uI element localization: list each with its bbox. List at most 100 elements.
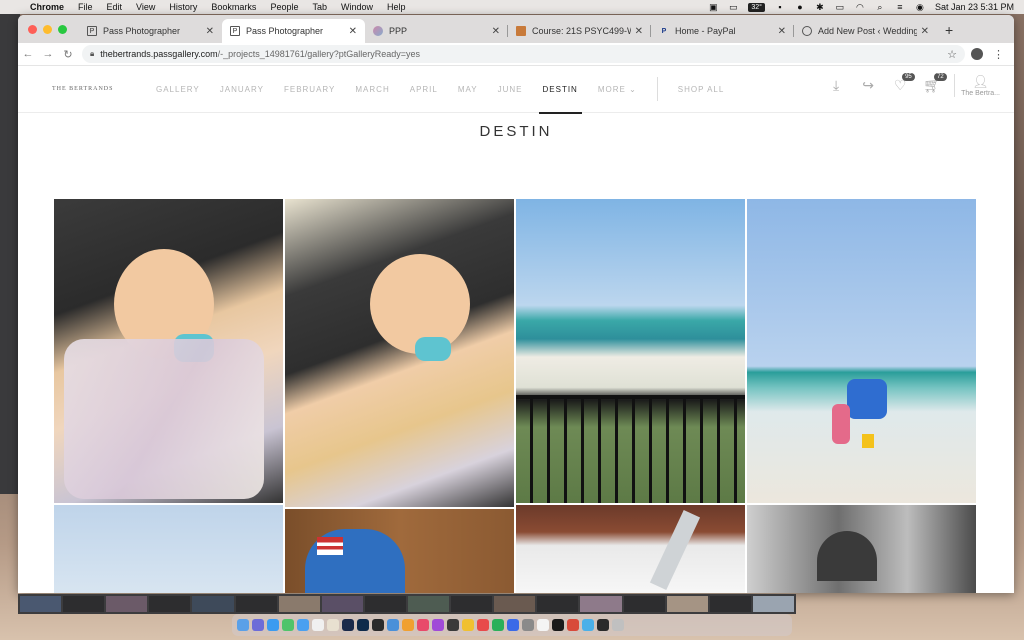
gallery-photo[interactable] [54, 199, 283, 503]
mail-icon[interactable] [297, 619, 309, 631]
search-icon[interactable]: ⌕ [875, 2, 885, 12]
forward-icon[interactable]: → [38, 48, 58, 60]
thumbnail[interactable] [451, 596, 493, 612]
launchpad-icon[interactable] [252, 619, 264, 631]
menu-help[interactable]: Help [387, 2, 406, 12]
app-icon[interactable] [477, 619, 489, 631]
settings-icon[interactable] [522, 619, 534, 631]
tab-course[interactable]: Course: 21S PSYC499-W 2731 ✕ [508, 19, 651, 43]
thumbnail[interactable] [321, 596, 363, 612]
nav-more[interactable]: MORE ⌄ [598, 85, 637, 94]
messages-icon[interactable] [282, 619, 294, 631]
finder-icon[interactable] [237, 619, 249, 631]
tv-icon[interactable] [447, 619, 459, 631]
gallery-photo[interactable] [54, 505, 283, 593]
app-store-icon[interactable] [507, 619, 519, 631]
lock-icon[interactable]: 🔒︎ [90, 49, 94, 59]
thumbnail[interactable] [106, 596, 148, 612]
nav-january[interactable]: JANUARY [220, 85, 264, 94]
hd-icon[interactable]: ▭ [728, 2, 738, 12]
close-tab-icon[interactable]: ✕ [635, 26, 643, 37]
wifi-icon[interactable]: ◠ [855, 2, 865, 12]
thumbnail[interactable] [666, 596, 708, 612]
calendar-icon[interactable] [312, 619, 324, 631]
gallery-photo[interactable] [516, 505, 745, 593]
siri-icon[interactable]: ◉ [915, 2, 925, 12]
profile-icon[interactable] [971, 48, 983, 60]
tab-ppp[interactable]: PPP ✕ [365, 19, 508, 43]
close-tab-icon[interactable]: ✕ [349, 26, 357, 37]
nav-gallery[interactable]: GALLERY [156, 85, 200, 94]
bluetooth-icon[interactable]: ✱ [815, 2, 825, 12]
bookmark-star-icon[interactable]: ☆ [947, 48, 957, 61]
thumbnail[interactable] [623, 596, 665, 612]
app-icon[interactable] [597, 619, 609, 631]
chrome-icon[interactable] [387, 619, 399, 631]
tab-pass-photographer-1[interactable]: P Pass Photographer ✕ [79, 19, 222, 43]
nav-may[interactable]: MAY [458, 85, 478, 94]
tab-add-new-post[interactable]: Add New Post ‹ Wedding Photo ✕ [794, 19, 937, 43]
close-tab-icon[interactable]: ✕ [921, 26, 929, 37]
thumbnail[interactable] [580, 596, 622, 612]
app-icon[interactable]: ▪ [775, 2, 785, 12]
nav-february[interactable]: FEBRUARY [284, 85, 335, 94]
safari-icon[interactable] [267, 619, 279, 631]
gallery-photo[interactable] [285, 509, 514, 593]
app-icon[interactable] [402, 619, 414, 631]
photos-icon[interactable] [327, 619, 339, 631]
cart-button[interactable]: 🛒︎ 72 [922, 73, 947, 94]
address-bar[interactable]: 🔒︎ thebertrands.passgallery.com/-_projec… [82, 45, 965, 63]
close-window-button[interactable] [28, 25, 37, 34]
download-icon[interactable]: ⤓ [826, 77, 846, 94]
user-menu[interactable]: 👤︎ The Bertra... [954, 74, 1000, 97]
nav-march[interactable]: MARCH [355, 85, 389, 94]
thumbnail[interactable] [235, 596, 277, 612]
thumbnail[interactable] [752, 596, 794, 612]
menu-chrome[interactable]: Chrome [30, 2, 64, 12]
music-icon[interactable] [417, 619, 429, 631]
photoshop-icon[interactable] [357, 619, 369, 631]
control-center-icon[interactable]: ≡ [895, 2, 905, 12]
app-icon[interactable] [582, 619, 594, 631]
gallery-photo[interactable] [516, 199, 745, 503]
thumbnail[interactable] [709, 596, 751, 612]
menu-view[interactable]: View [136, 2, 155, 12]
lightroom-icon[interactable] [342, 619, 354, 631]
bridge-icon[interactable] [372, 619, 384, 631]
trash-icon[interactable] [612, 619, 624, 631]
thumbnail[interactable] [63, 596, 105, 612]
podcasts-icon[interactable] [432, 619, 444, 631]
pdf-icon[interactable]: ▣ [708, 2, 718, 12]
clock[interactable]: Sat Jan 23 5:31 PM [935, 2, 1014, 12]
battery-icon[interactable]: ▭ [835, 2, 845, 12]
menu-bookmarks[interactable]: Bookmarks [211, 2, 256, 12]
menu-edit[interactable]: Edit [107, 2, 123, 12]
back-icon[interactable]: ← [18, 48, 38, 60]
close-tab-icon[interactable]: ✕ [492, 26, 500, 37]
thumbnail[interactable] [494, 596, 536, 612]
nav-destin[interactable]: DESTIN [538, 85, 583, 114]
thumbnail[interactable] [407, 596, 450, 612]
gallery-photo[interactable] [747, 505, 976, 593]
app-icon[interactable] [492, 619, 504, 631]
thumbnail[interactable] [364, 596, 406, 612]
menu-tab[interactable]: Tab [312, 2, 327, 12]
nav-june[interactable]: JUNE [498, 85, 523, 94]
thumbnail[interactable] [192, 596, 234, 612]
thumbnail[interactable] [20, 596, 62, 612]
menu-file[interactable]: File [78, 2, 93, 12]
nav-april[interactable]: APRIL [410, 85, 438, 94]
tab-pass-photographer-2[interactable]: P Pass Photographer ✕ [222, 19, 365, 43]
tab-paypal[interactable]: P Home - PayPal ✕ [651, 19, 794, 43]
nav-shop-all[interactable]: SHOP ALL [678, 85, 725, 94]
maximize-window-button[interactable] [58, 25, 67, 34]
menu-dots-icon[interactable]: ⋮ [993, 48, 1004, 61]
menu-history[interactable]: History [169, 2, 197, 12]
share-icon[interactable]: ↪ [858, 77, 878, 94]
thumbnail[interactable] [149, 596, 191, 612]
close-tab-icon[interactable]: ✕ [206, 26, 214, 37]
minimize-window-button[interactable] [43, 25, 52, 34]
battery-badge[interactable]: 32° [748, 2, 765, 12]
notes-icon[interactable] [462, 619, 474, 631]
app-icon[interactable] [552, 619, 564, 631]
